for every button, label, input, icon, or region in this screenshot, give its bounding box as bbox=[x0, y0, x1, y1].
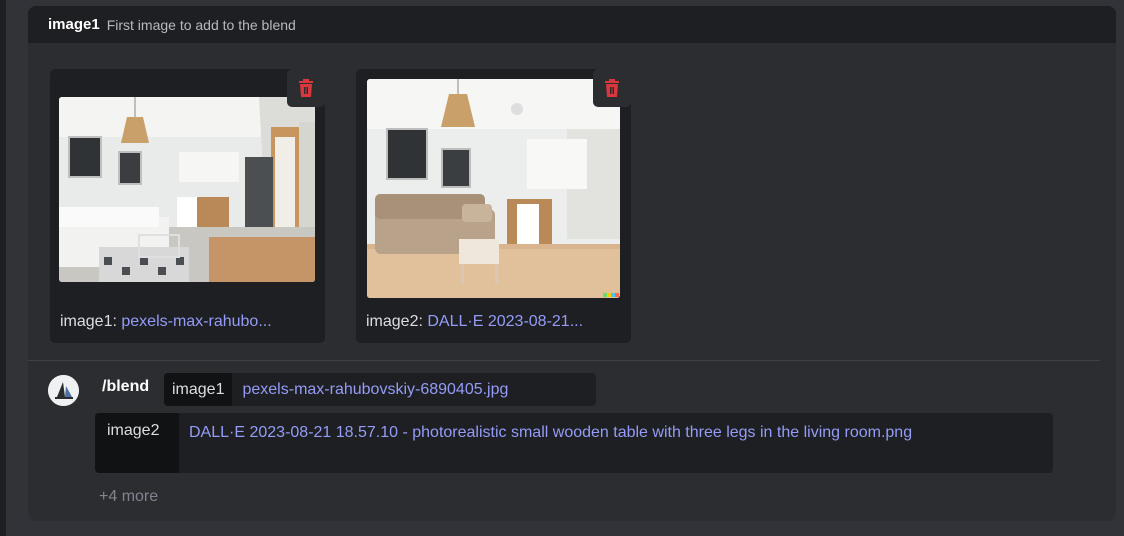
divider bbox=[28, 360, 1100, 361]
attachment-filename[interactable]: pexels-max-rahubo... bbox=[121, 313, 271, 330]
delete-attachment-button-image1[interactable] bbox=[287, 69, 325, 107]
more-options-link[interactable]: +4 more bbox=[99, 488, 158, 506]
trash-icon bbox=[605, 79, 619, 97]
attachment-label: image1: bbox=[60, 313, 117, 330]
left-edge bbox=[0, 0, 6, 536]
arg-value[interactable]: DALL·E 2023-08-21 18.57.10 - photorealis… bbox=[189, 421, 1019, 444]
attachment-card-image2[interactable]: image2: DALL·E 2023-08-21... bbox=[356, 69, 631, 343]
command-arg-image2[interactable]: image2 DALL·E 2023-08-21 18.57.10 - phot… bbox=[95, 413, 1053, 473]
option-description: First image to add to the blend bbox=[106, 16, 296, 33]
attachment-caption-image1: image1: pexels-max-rahubo... bbox=[60, 313, 272, 331]
delete-attachment-button-image2[interactable] bbox=[593, 69, 631, 107]
attachment-card-image1[interactable]: image1: pexels-max-rahubo... bbox=[50, 69, 325, 343]
bot-avatar[interactable] bbox=[48, 375, 79, 406]
attachment-preview-image2[interactable] bbox=[367, 79, 620, 298]
attachment-preview-image1[interactable] bbox=[59, 97, 315, 282]
attachment-caption-image2: image2: DALL·E 2023-08-21... bbox=[366, 313, 583, 331]
trash-icon bbox=[299, 79, 313, 97]
arg-value[interactable]: pexels-max-rahubovskiy-6890405.jpg bbox=[242, 381, 508, 399]
arg-key: image2 bbox=[95, 413, 179, 473]
option-name: image1 bbox=[48, 16, 100, 33]
attachment-filename[interactable]: DALL·E 2023-08-21... bbox=[427, 313, 583, 330]
command-name: /blend bbox=[102, 378, 150, 395]
command-arg-image1[interactable]: image1 pexels-max-rahubovskiy-6890405.jp… bbox=[164, 373, 596, 406]
option-header: image1 First image to add to the blend bbox=[28, 6, 1116, 43]
slash-command-panel: image1 First image to add to the blend i… bbox=[28, 6, 1116, 521]
attachment-label: image2: bbox=[366, 313, 423, 330]
arg-key: image1 bbox=[164, 373, 233, 406]
